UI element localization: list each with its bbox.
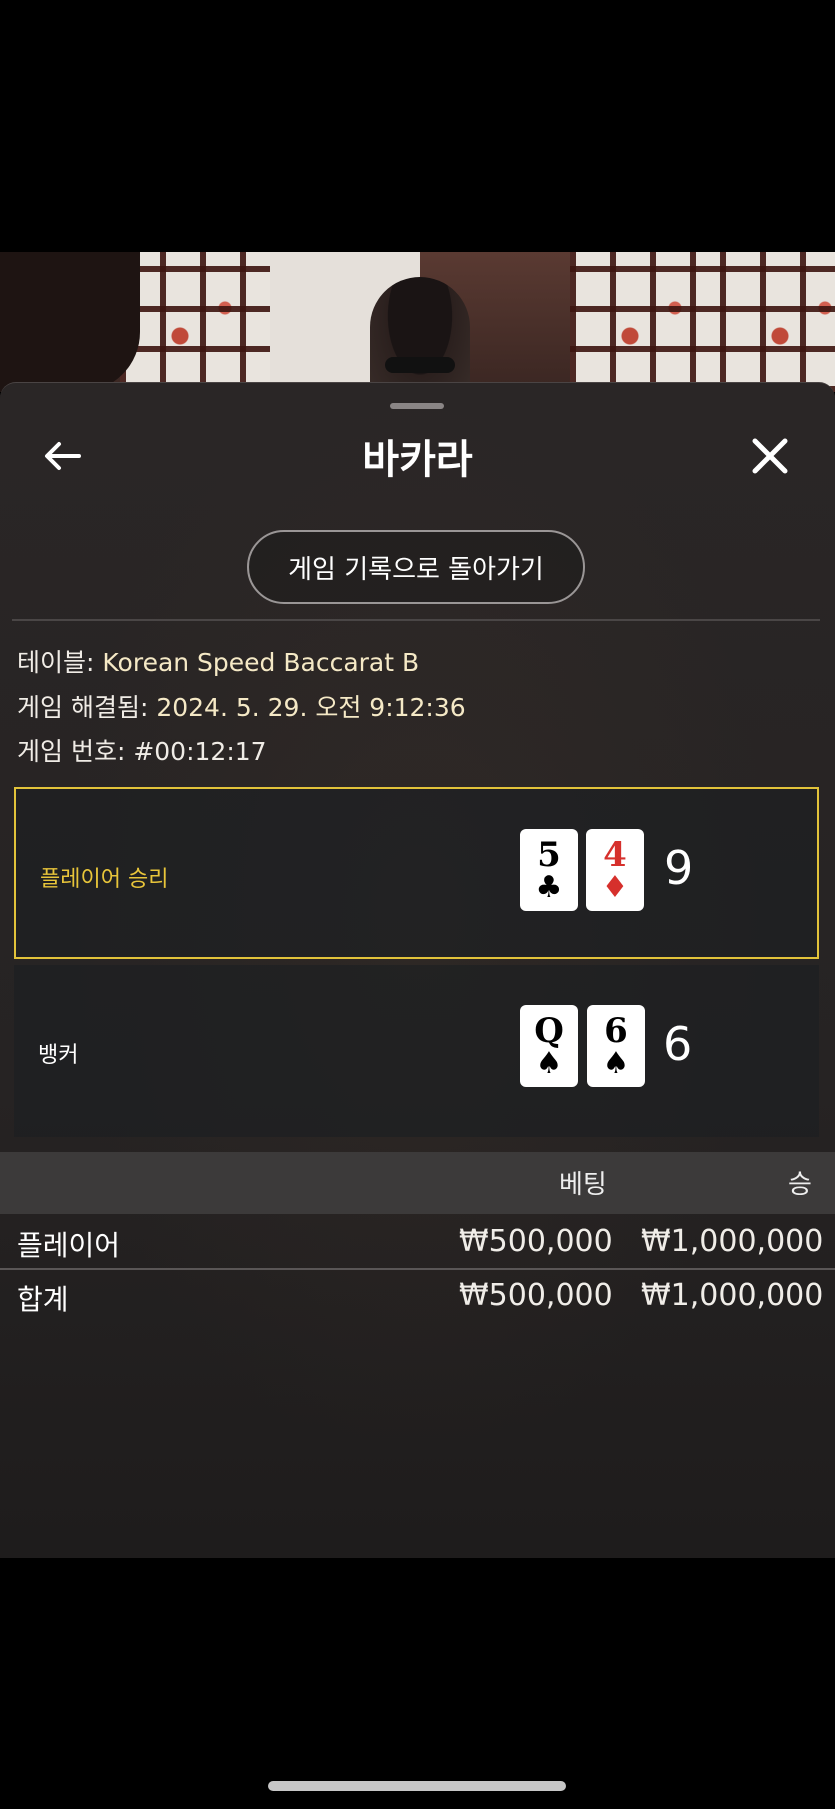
game-details-sheet: 바카라 게임 기록으로 돌아가기 테이블: Korean Speed Bacca… xyxy=(0,382,835,1558)
total-label: 합계 xyxy=(17,1283,69,1316)
bet-column-header: 베팅 xyxy=(559,1170,607,1200)
banker-hand-panel: 뱅커 Q ♠ 6 ♠ 6 xyxy=(14,965,819,1137)
row-label: 플레이어 xyxy=(17,1229,121,1262)
live-video-background xyxy=(0,252,835,392)
bet-amount: ₩500,000 xyxy=(459,1224,613,1259)
playing-card: 4 ♦ xyxy=(586,829,644,911)
close-button[interactable] xyxy=(745,433,795,483)
player-total: 9 xyxy=(664,841,694,895)
dealer-glasses xyxy=(385,357,455,373)
win-amount: ₩1,000,000 xyxy=(641,1224,824,1259)
card-rank: Q xyxy=(534,1011,564,1051)
round-label: 게임 번호: xyxy=(17,737,126,766)
decorative-screen xyxy=(120,252,270,392)
total-row: 합계 ₩500,000 ₩1,000,000 xyxy=(0,1270,835,1322)
round-info: 게임 번호: #00:12:17 xyxy=(17,732,267,768)
bets-table-header: 베팅 승 xyxy=(0,1152,835,1214)
player-result-label: 플레이어 승리 xyxy=(40,867,169,892)
player-hand-panel: 플레이어 승리 5 ♣ 4 ♦ 9 xyxy=(14,787,819,959)
decorative-screen xyxy=(570,252,720,392)
table-label: 테이블: xyxy=(17,648,95,677)
resolved-value: 2024. 5. 29. 오전 9:12:36 xyxy=(156,693,466,722)
close-icon xyxy=(751,437,789,479)
card-rank: 5 xyxy=(537,835,561,875)
page-title: 바카라 xyxy=(362,437,473,483)
banker-total: 6 xyxy=(663,1017,693,1071)
total-win-amount: ₩1,000,000 xyxy=(641,1278,824,1313)
home-indicator[interactable] xyxy=(268,1781,566,1791)
dealer-figure xyxy=(370,277,470,392)
table-row: 플레이어 ₩500,000 ₩1,000,000 xyxy=(0,1216,835,1270)
decorative-screen xyxy=(720,252,835,392)
resolved-info: 게임 해결됨: 2024. 5. 29. 오전 9:12:36 xyxy=(17,688,466,724)
playing-card: Q ♠ xyxy=(520,1005,578,1087)
playing-card: 6 ♠ xyxy=(587,1005,645,1087)
spade-suit-icon: ♠ xyxy=(535,1046,563,1081)
table-info: 테이블: Korean Speed Baccarat B xyxy=(17,643,419,679)
divider xyxy=(12,619,820,621)
spade-suit-icon: ♠ xyxy=(602,1046,630,1081)
drag-handle[interactable] xyxy=(390,403,444,409)
back-to-history-button[interactable]: 게임 기록으로 돌아가기 xyxy=(247,530,585,604)
round-value: #00:12:17 xyxy=(133,737,267,766)
diamond-suit-icon: ♦ xyxy=(601,870,629,905)
card-rank: 4 xyxy=(603,835,627,875)
banker-label: 뱅커 xyxy=(38,1043,79,1068)
total-bet-amount: ₩500,000 xyxy=(459,1278,613,1313)
win-column-header: 승 xyxy=(788,1170,812,1200)
resolved-label: 게임 해결됨: xyxy=(17,693,149,722)
card-rank: 6 xyxy=(604,1011,628,1051)
playing-card: 5 ♣ xyxy=(520,829,578,911)
club-suit-icon: ♣ xyxy=(535,870,563,905)
table-value: Korean Speed Baccarat B xyxy=(102,648,420,677)
person-shoulder xyxy=(0,252,140,392)
